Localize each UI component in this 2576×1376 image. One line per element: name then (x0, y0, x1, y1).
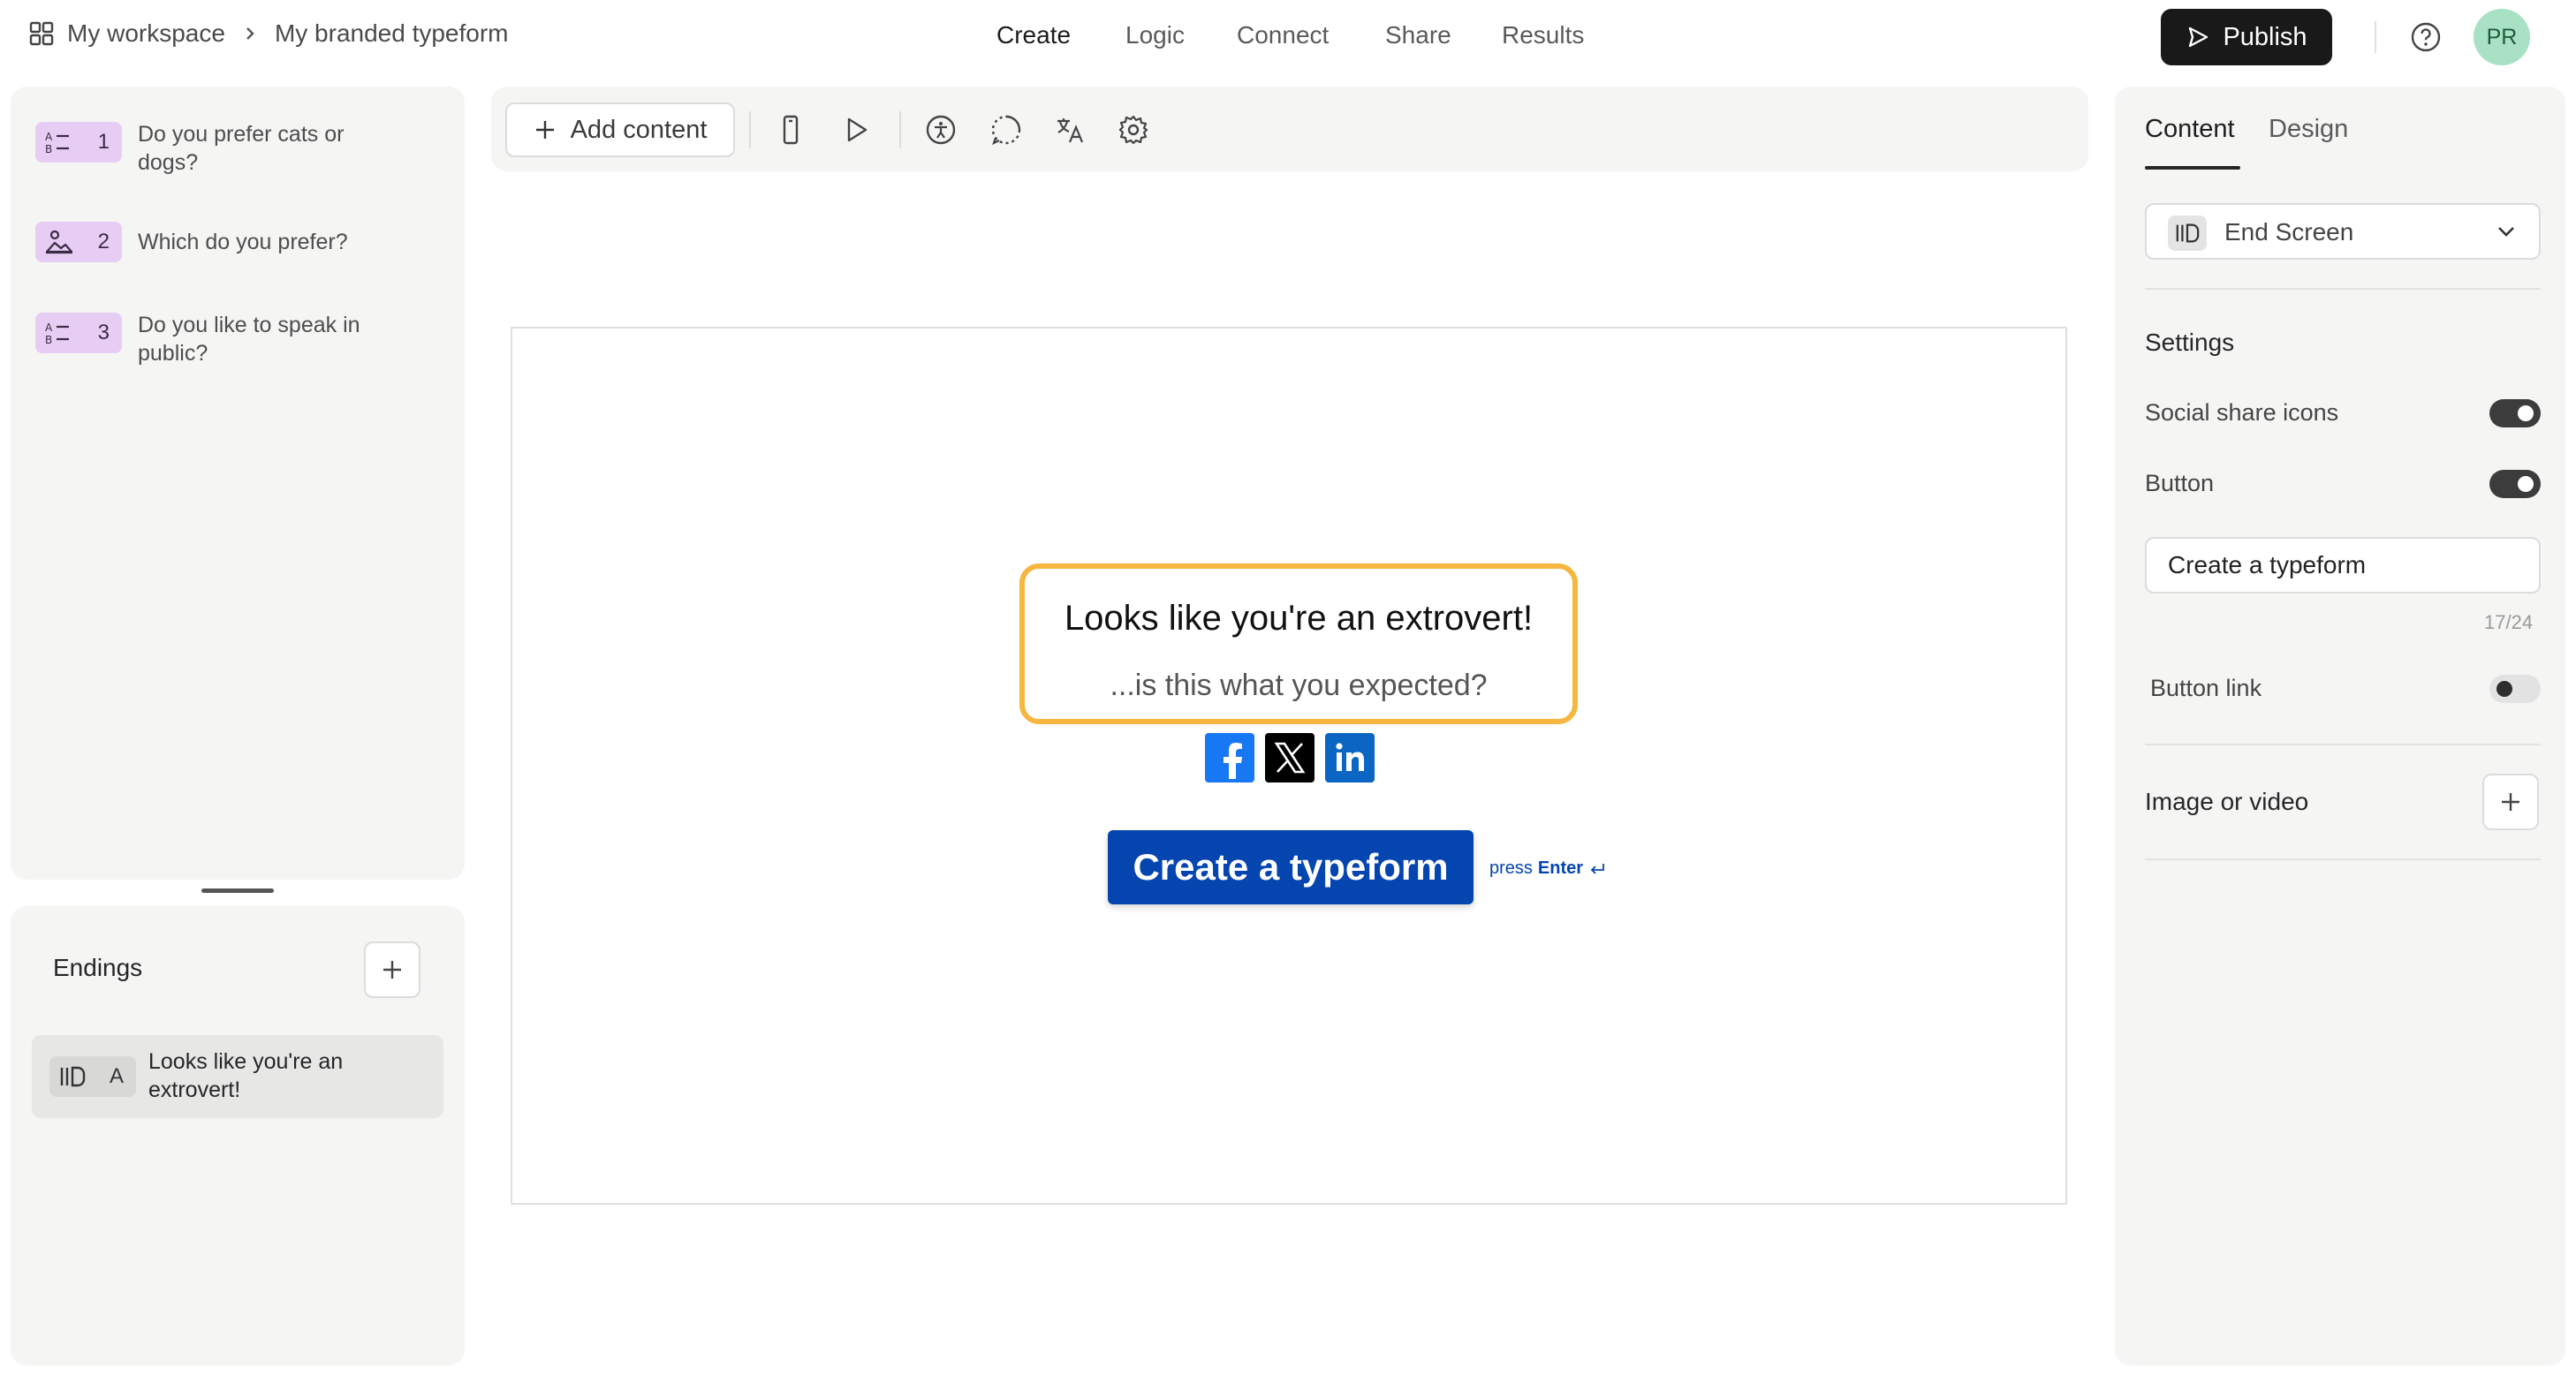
breadcrumb: My workspace My branded typeform (28, 19, 509, 48)
plus-icon (534, 118, 557, 141)
avatar[interactable]: PR (2474, 9, 2530, 65)
tab-create[interactable]: Create (996, 21, 1071, 49)
resize-handle[interactable] (201, 888, 274, 893)
enter-key-icon (1588, 861, 1606, 877)
tab-share[interactable]: Share (1385, 21, 1451, 49)
tab-results[interactable]: Results (1502, 21, 1584, 49)
picture-choice-icon (44, 229, 74, 255)
chevron-down-icon (2495, 221, 2518, 242)
mobile-preview-icon[interactable] (770, 110, 811, 150)
settings-icon[interactable] (1113, 110, 1154, 150)
tab-connect[interactable]: Connect (1237, 21, 1329, 49)
char-counter: 17/24 (2484, 611, 2534, 633)
list-choice-icon: AB (44, 129, 72, 155)
question-text: Do you prefer cats or dogs? (138, 122, 345, 175)
accessibility-icon[interactable] (921, 110, 961, 150)
end-screen-icon (2168, 215, 2207, 251)
divider (2375, 21, 2376, 53)
breadcrumb-workspace[interactable]: My workspace (67, 19, 225, 48)
button-link-label: Button link (2150, 675, 2262, 701)
tab-content[interactable]: Content (2145, 115, 2235, 144)
enter-label: Enter (1537, 858, 1584, 878)
linkedin-icon[interactable] (1325, 733, 1375, 783)
plus-icon (381, 958, 404, 981)
ending-badge: A (49, 1056, 136, 1097)
settings-title: Settings (2145, 329, 2235, 356)
tab-logic[interactable]: Logic (1125, 21, 1185, 49)
publish-label: Publish (2223, 22, 2307, 51)
question-badge: AB 3 (35, 313, 122, 353)
question-text: Which do you prefer? (138, 230, 348, 254)
grid-icon[interactable] (28, 20, 55, 47)
tab-design[interactable]: Design (2269, 115, 2348, 144)
active-tab-indicator (2145, 166, 2240, 170)
loading-icon[interactable] (986, 110, 1027, 150)
question-item-2[interactable]: 2 Which do you prefer? (35, 222, 442, 262)
social-share-label: Social share icons (2145, 399, 2339, 426)
chevron-right-icon (243, 25, 257, 42)
end-screen-title[interactable]: Looks like you're an extrovert! (1019, 599, 1578, 639)
image-video-label: Image or video (2145, 788, 2309, 815)
end-screen-subtitle[interactable]: ...is this what you expected? (1019, 669, 1578, 703)
question-item-3[interactable]: AB 3 Do you like to speak in public? (35, 313, 442, 367)
divider (2145, 858, 2541, 860)
press-label: press (1489, 858, 1533, 878)
question-badge: AB 1 (35, 122, 122, 163)
press-enter-hint: press Enter (1489, 858, 1606, 879)
button-text-field[interactable]: Create a typeform (2145, 537, 2541, 593)
question-item-1[interactable]: AB 1 Do you prefer cats or dogs? (35, 122, 442, 177)
add-content-button[interactable]: Add content (505, 102, 735, 157)
question-badge: 2 (35, 222, 122, 262)
button-toggle[interactable] (2489, 470, 2541, 498)
divider (2145, 288, 2541, 290)
end-screen-icon (58, 1063, 87, 1090)
ending-text: Looks like you're an extrovert! (148, 1049, 344, 1102)
question-text: Do you like to speak in public? (138, 313, 360, 366)
send-icon (2186, 25, 2210, 49)
svg-text:B: B (45, 143, 52, 155)
add-media-button[interactable] (2482, 774, 2539, 830)
svg-text:B: B (45, 334, 52, 346)
translate-icon[interactable] (1049, 110, 1090, 150)
question-number: 2 (97, 230, 110, 253)
question-number: 1 (97, 130, 110, 154)
social-share-toggle[interactable] (2489, 399, 2541, 427)
properties-panel (2115, 87, 2565, 1365)
button-label: Button (2145, 470, 2215, 496)
toolbar-divider (749, 111, 751, 148)
block-type-value: End Screen (2224, 218, 2354, 246)
play-icon[interactable] (836, 110, 876, 150)
question-number: 3 (97, 321, 110, 344)
svg-text:A: A (45, 131, 53, 143)
button-link-toggle[interactable] (2489, 675, 2541, 703)
list-choice-icon: AB (44, 320, 72, 346)
toolbar-divider (899, 111, 901, 148)
add-ending-button[interactable] (364, 941, 420, 998)
facebook-icon[interactable] (1205, 733, 1254, 783)
ending-item-a[interactable]: A Looks like you're an extrovert! (32, 1035, 443, 1118)
create-typeform-button[interactable]: Create a typeform (1108, 830, 1474, 904)
endings-title: Endings (53, 954, 143, 981)
publish-button[interactable]: Publish (2161, 9, 2332, 65)
svg-text:A: A (45, 321, 53, 334)
questions-panel (11, 87, 465, 880)
breadcrumb-form-name[interactable]: My branded typeform (275, 19, 509, 48)
help-icon[interactable] (2410, 21, 2442, 53)
block-type-select[interactable]: End Screen (2145, 203, 2541, 260)
divider (2145, 744, 2541, 745)
ending-letter: A (109, 1064, 124, 1088)
add-content-label: Add content (570, 115, 708, 144)
plus-icon (2499, 790, 2522, 813)
x-icon[interactable] (1265, 733, 1315, 783)
